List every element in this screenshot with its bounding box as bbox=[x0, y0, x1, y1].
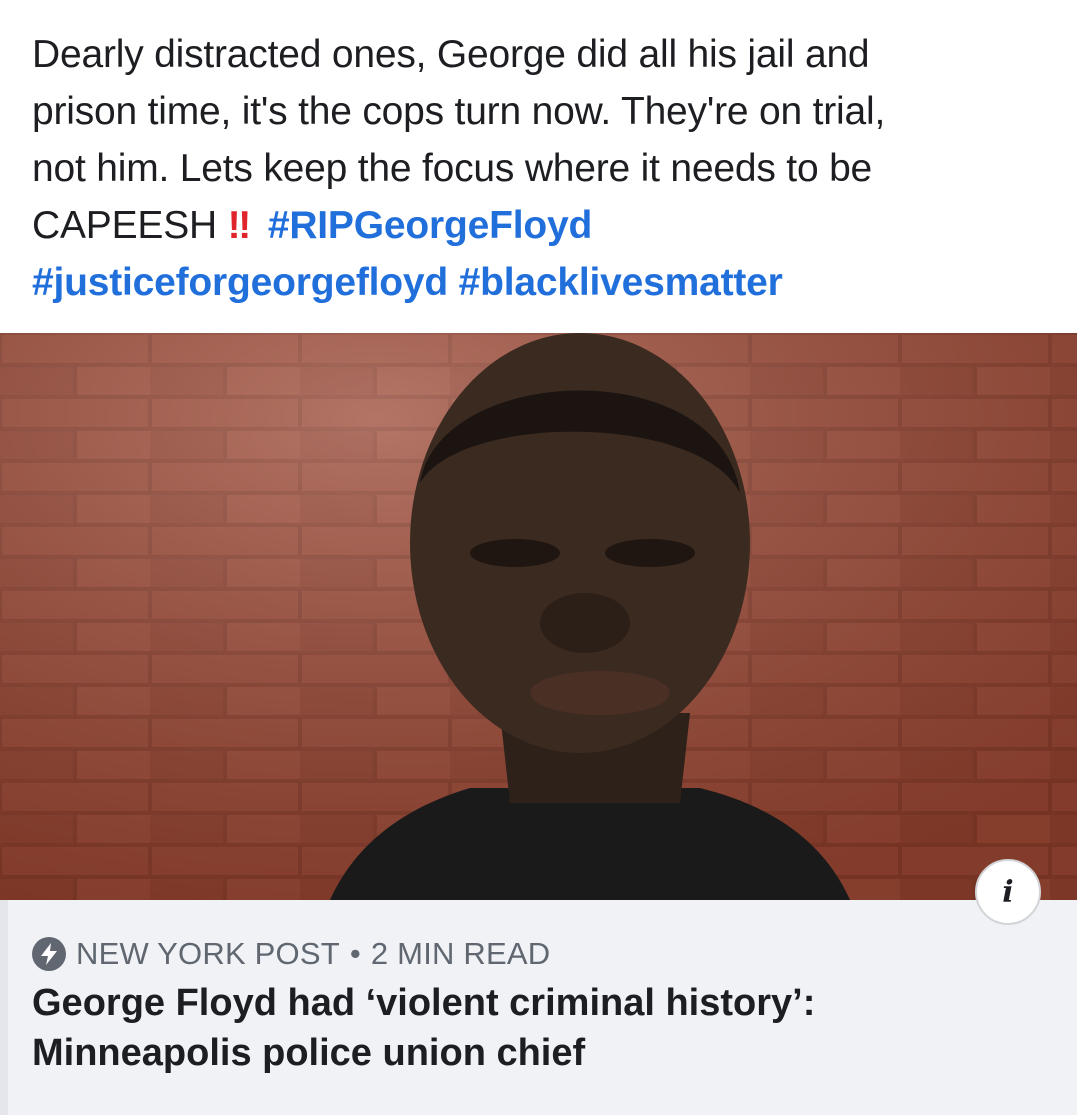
capeesh-text: CAPEESH bbox=[32, 204, 217, 247]
post-line-4: CAPEESH ‼ #RIPGeorgeFloyd bbox=[32, 197, 1052, 254]
hashtag-ripgeorgefloyd[interactable]: #RIPGeorgeFloyd bbox=[268, 204, 592, 247]
headline-line-1: George Floyd had ‘violent criminal histo… bbox=[32, 982, 816, 1024]
post-line-3: not him. Lets keep the focus where it ne… bbox=[32, 147, 873, 190]
link-preview-photo[interactable] bbox=[0, 333, 1077, 900]
double-exclamation-icon: ‼ bbox=[227, 204, 251, 247]
hashtag-justiceforgeorgefloyd[interactable]: #justiceforgeorgefloyd bbox=[32, 261, 448, 304]
info-icon[interactable]: i bbox=[975, 859, 1041, 925]
source-name: NEW YORK POST bbox=[76, 936, 340, 971]
link-card[interactable]: NEW YORK POST • 2 MIN READ George Floyd … bbox=[0, 900, 1077, 1115]
post-text: Dearly distracted ones, George did all h… bbox=[32, 26, 1052, 311]
headline-line-2: Minneapolis police union chief bbox=[32, 1032, 586, 1074]
hashtag-blacklivesmatter[interactable]: #blacklivesmatter bbox=[459, 261, 783, 304]
post-line-1: Dearly distracted ones, George did all h… bbox=[32, 33, 870, 76]
source-row: NEW YORK POST • 2 MIN READ bbox=[32, 936, 550, 972]
post-line-2: prison time, it's the cops turn now. The… bbox=[32, 90, 886, 133]
article-headline[interactable]: George Floyd had ‘violent criminal histo… bbox=[32, 978, 1052, 1078]
post-line-5: #justiceforgeorgefloyd #blacklivesmatter bbox=[32, 254, 1052, 311]
lightning-bolt-icon bbox=[32, 937, 66, 971]
separator-dot: • bbox=[349, 936, 361, 971]
read-time: 2 MIN READ bbox=[370, 936, 551, 971]
